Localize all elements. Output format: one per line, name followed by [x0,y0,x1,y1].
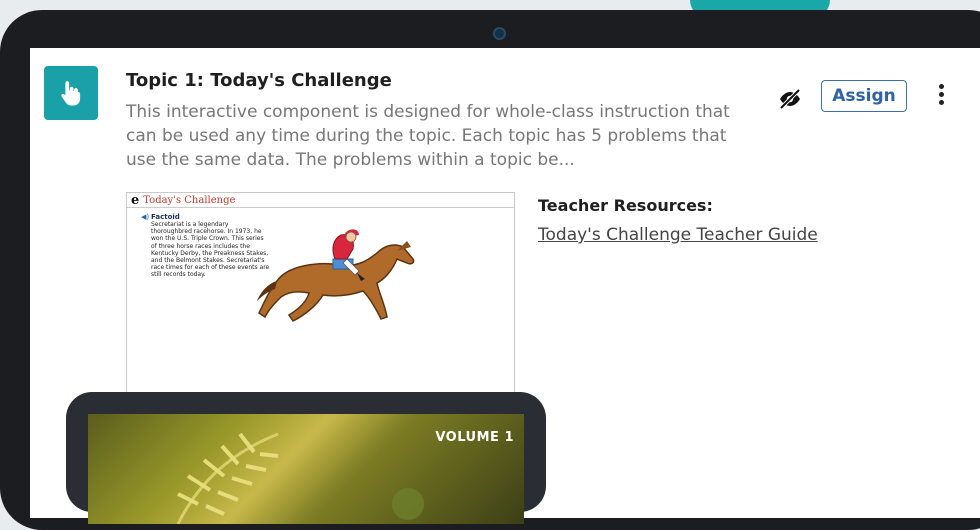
camera-icon [493,27,506,40]
topic-description: This interactive component is designed f… [126,102,730,170]
assign-button[interactable]: Assign [821,80,907,112]
eye-off-icon[interactable] [778,88,802,110]
pointer-hand-icon[interactable] [44,66,98,120]
e-logo: e [131,192,140,208]
teacher-resources-title: Teacher Resources: [538,196,713,215]
challenge-thumbnail[interactable]: e Today's Challenge ◀) Factoid Secretari… [126,192,515,412]
volume-cover-image: VOLUME 1 [88,414,524,524]
tablet-device-overlay: VOLUME 1 [66,392,546,524]
speaker-icon: ◀) [141,213,150,221]
kebab-menu-icon[interactable] [936,84,946,110]
racehorse-illustration [257,229,415,322]
teacher-guide-link[interactable]: Today's Challenge Teacher Guide [538,225,818,245]
thumbnail-title: Today's Challenge [143,194,236,206]
volume-label: VOLUME 1 [435,430,514,445]
thumbnail-header: e Today's Challenge [127,193,514,208]
factoid-title: Factoid [151,213,180,221]
topic-title[interactable]: Topic 1: Today's Challenge [126,70,392,91]
